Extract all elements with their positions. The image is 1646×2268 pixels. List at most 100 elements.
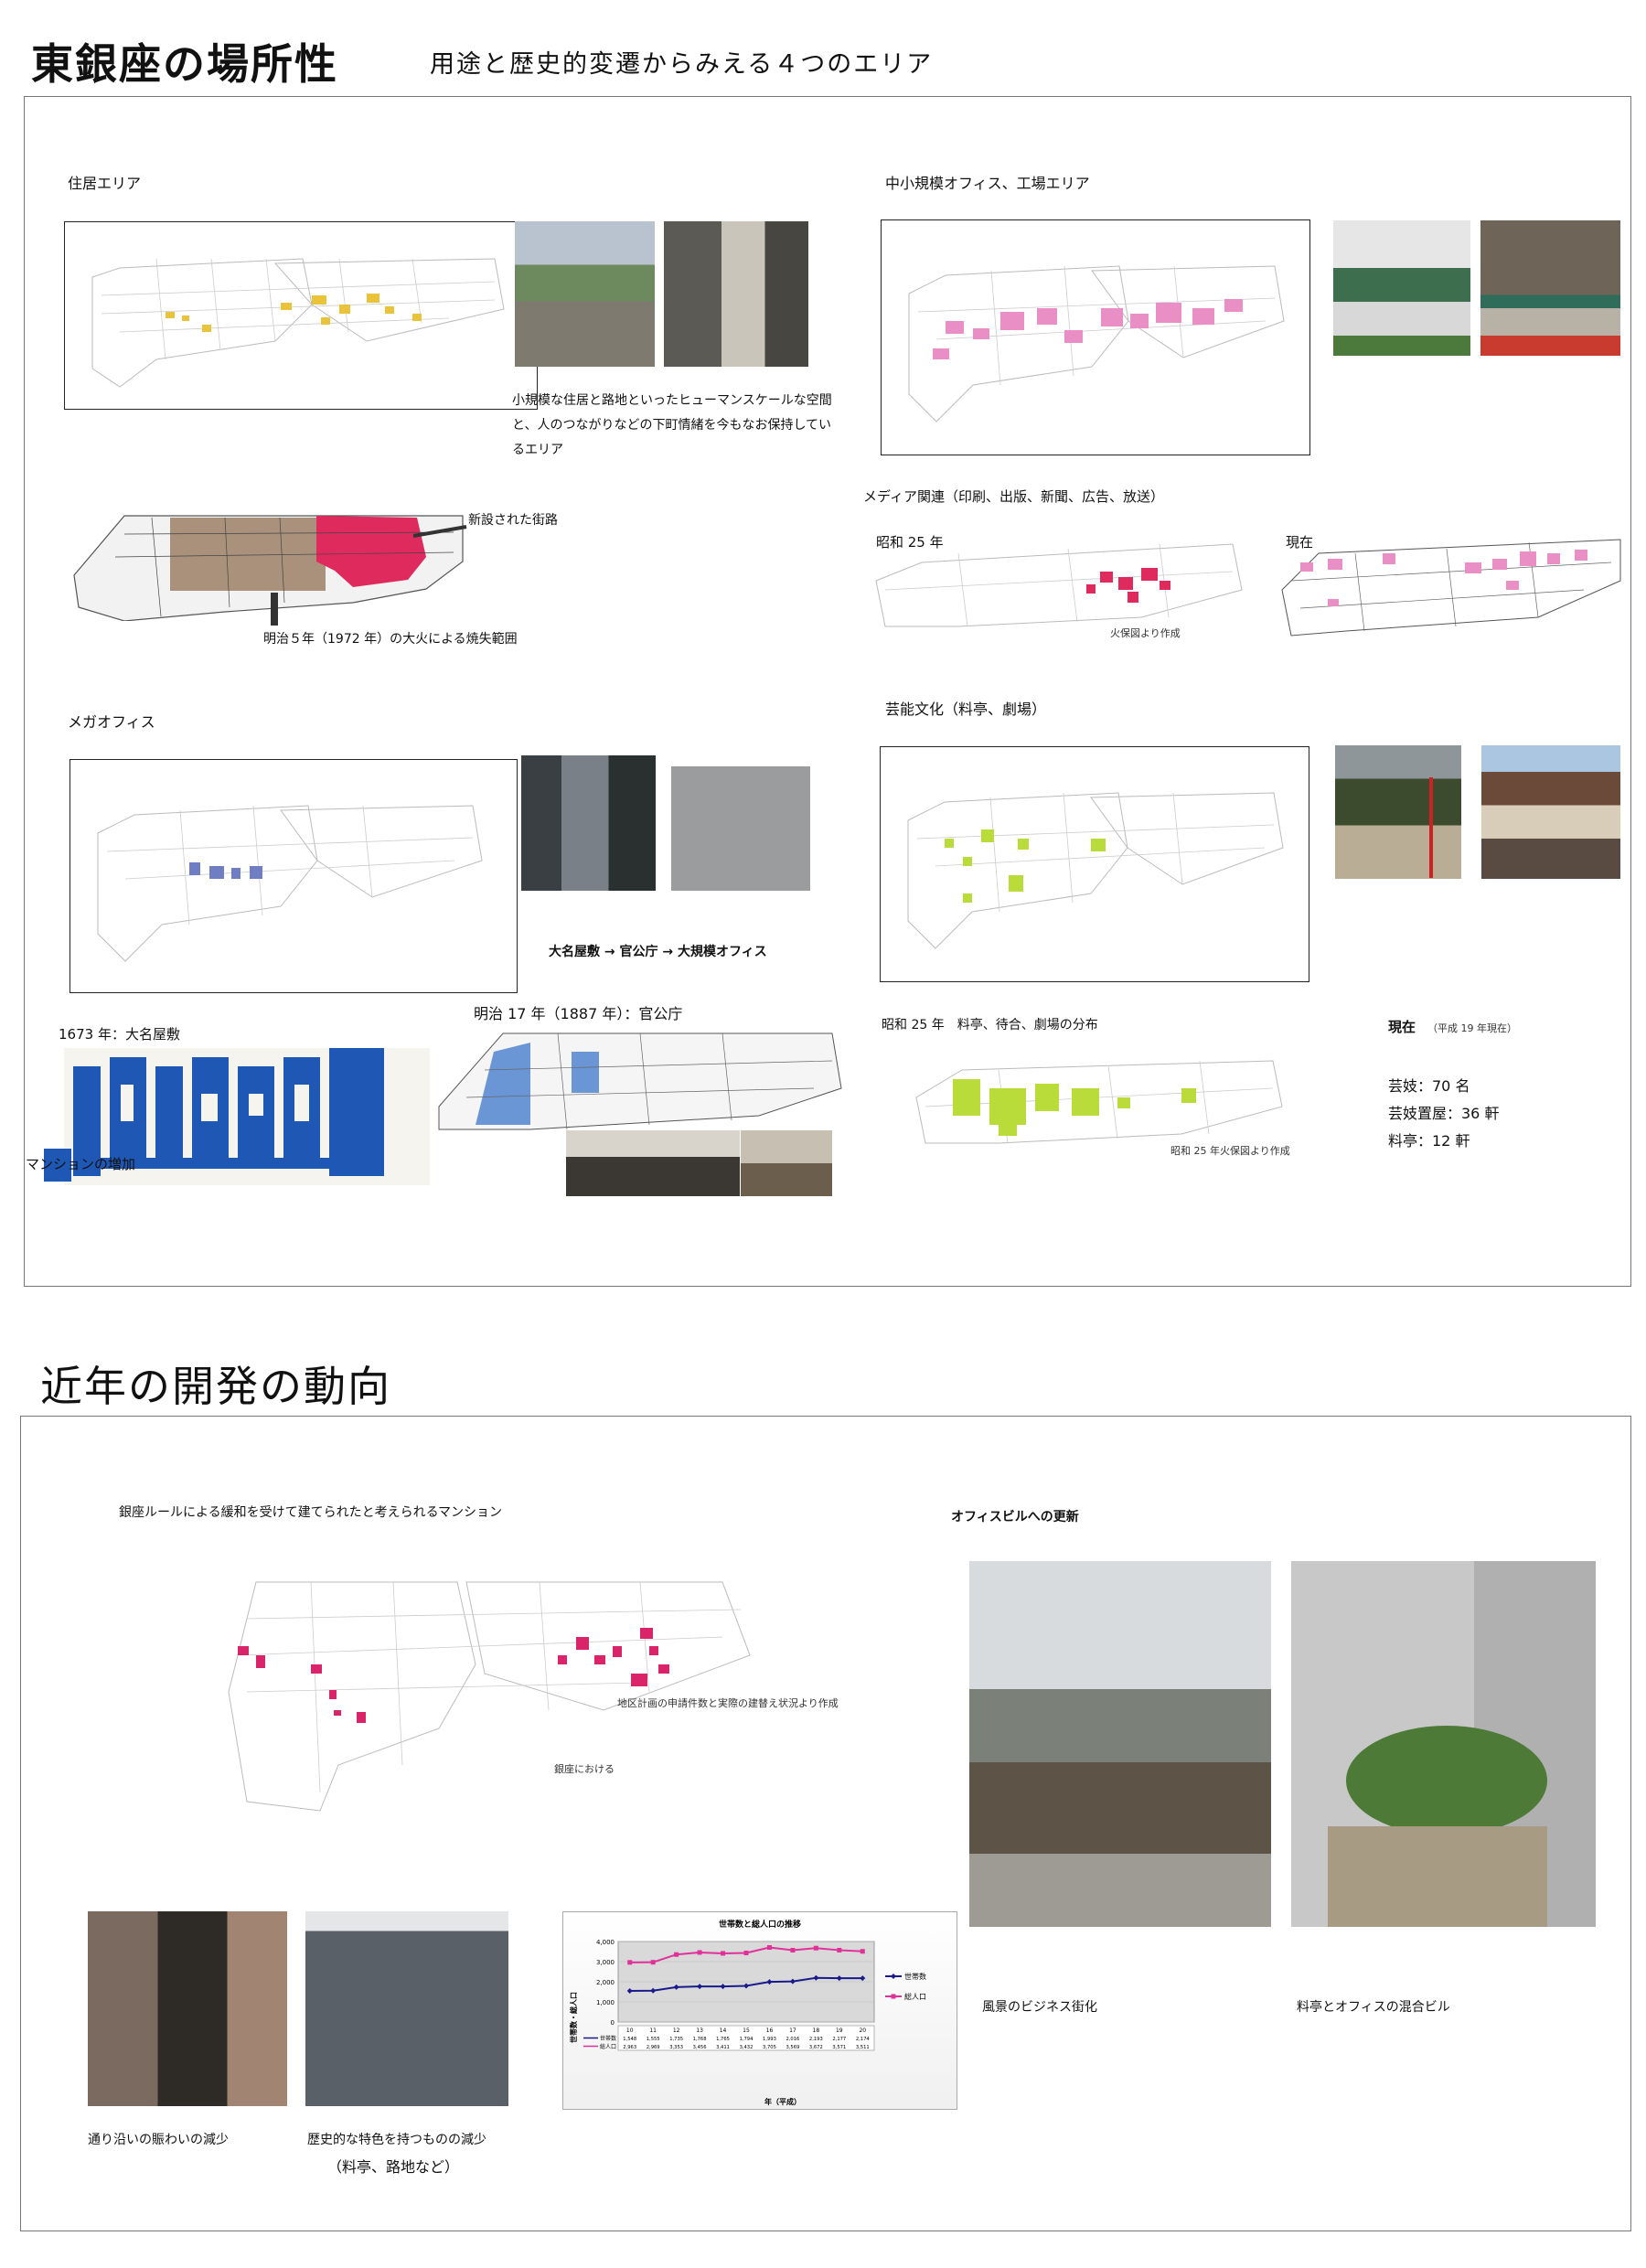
media-now-map	[1273, 526, 1630, 640]
chart-legend-marker	[891, 1974, 896, 1979]
fire-leader	[271, 593, 278, 626]
chart-table-legend-label: 世帯数	[600, 2035, 616, 2042]
chart-data-label: 3,672	[809, 2045, 823, 2050]
chart-xtick-label: 10	[626, 2027, 634, 2034]
street-caption: 通り沿いの賑わいの減少	[88, 2133, 229, 2147]
chart-data-label: 3,705	[763, 2045, 776, 2050]
residential-map-drawing	[91, 258, 505, 388]
chart-data-label: 3,511	[856, 2045, 870, 2050]
chart-ytick-label: 0	[611, 2019, 615, 2027]
chart-data-label: 3,571	[832, 2045, 846, 2050]
geisha-count: 芸妓：70 名	[1388, 1077, 1470, 1095]
old-govt-photo	[741, 1130, 832, 1196]
chart-table-legend-label: 総人口	[600, 2043, 616, 2050]
chart-xlabel: 年（平成）	[764, 2097, 801, 2106]
culture-map	[880, 746, 1309, 982]
media-source: 火保図より作成	[1110, 627, 1181, 639]
chart-data-label: 3,411	[716, 2045, 730, 2050]
chart-data-label: 1,993	[763, 2037, 776, 2042]
chart-point	[650, 1960, 656, 1965]
fire-caption: 明治５年（1972 年）の大火による焼失範囲	[263, 632, 518, 647]
culture-heading: 芸能文化（料亭、劇場）	[885, 701, 1047, 718]
residential-description: 小規模な住居と路地といったヒューマンスケールな空間と、人のつながりなどの下町情緒…	[512, 393, 832, 457]
chart-xtick-label: 19	[836, 2027, 843, 2034]
megaoffice-heading: メガオフィス	[68, 713, 155, 731]
chart-data-label: 3,432	[740, 2045, 754, 2050]
mixed-building-photo	[1291, 1561, 1596, 1927]
chart-ytick-label: 4,000	[596, 1939, 615, 1946]
chart-legend-marker	[891, 1994, 896, 1999]
chart-ytick-label: 3,000	[596, 1959, 615, 1966]
meiji-map	[430, 1015, 850, 1134]
chart-data-label: 1,794	[740, 2037, 754, 2042]
culture-now-note: （平成 19 年現在）	[1427, 1022, 1517, 1034]
chart-data-label: 1,555	[647, 2037, 660, 2042]
mansion-heading: 銀座ルールによる緩和を受けて建てられたと考えられるマンション	[119, 1505, 503, 1520]
business-district-photo	[969, 1561, 1271, 1927]
chart-ylabel: 世帯数・総人口	[569, 1992, 578, 2043]
megaoffice-map	[69, 759, 518, 993]
mansion-increase-label: マンションの増加	[26, 1156, 136, 1172]
chart-xtick-label: 20	[859, 2027, 866, 2034]
chart-point	[813, 1945, 818, 1951]
culture-source: 昭和 25 年火保図より作成	[1170, 1145, 1290, 1157]
chart-point	[766, 1944, 772, 1950]
chart-xtick-label: 11	[649, 2027, 657, 2034]
chart-legend-label: 総人口	[904, 1992, 926, 2001]
chart-data-label: 2,193	[809, 2037, 823, 2042]
business-district-caption: 風景のビジネス街化	[982, 2000, 1097, 2015]
chart-title: 世帯数と総人口の推移	[719, 1919, 801, 1930]
chart-xtick-label: 18	[813, 2027, 820, 2034]
chart-data-label: 2,177	[832, 2037, 846, 2042]
chart-data-label: 2,016	[786, 2037, 799, 2042]
chart-ytick-label: 1,000	[596, 1999, 615, 2006]
large-office-photo	[671, 755, 810, 891]
old-office-photo	[1480, 220, 1620, 356]
chart-xtick-label: 12	[673, 2027, 680, 2034]
chart-data-label: 3,569	[786, 2045, 799, 2050]
office-heading: オフィスビルへの更新	[951, 1510, 1079, 1524]
section2-title: 近年の開発の動向	[40, 1362, 391, 1411]
new-street-leader	[413, 525, 468, 538]
culture-now: 現在	[1388, 1019, 1416, 1035]
chart-point	[721, 1951, 726, 1956]
chart-point	[837, 1947, 842, 1952]
chart-data-label: 3,353	[669, 2045, 683, 2050]
office-towers-photo	[521, 755, 656, 891]
chart-legend-label: 世帯数	[904, 1972, 926, 1981]
population-chart-svg: 世帯数と総人口の推移 世帯数・総人口 年（平成） 0 1,000 2,000 3,00…	[569, 1919, 926, 2106]
historic-caption-1: 歴史的な特色を持つものの減少	[307, 2133, 486, 2147]
chart-xtick-label: 13	[696, 2027, 703, 2034]
alley-photo	[515, 221, 655, 367]
tower-photo	[305, 1911, 508, 2106]
section1-subtitle: 用途と歴史的変遷からみえる４つのエリア	[430, 50, 934, 79]
chart-data-label: 1,765	[716, 2037, 730, 2042]
chart-point	[743, 1950, 749, 1955]
chart-data-label: 1,768	[693, 2037, 707, 2042]
population-chart: 世帯数と総人口の推移 世帯数・総人口 年（平成） 0 1,000 2,000 3,00…	[562, 1911, 957, 2110]
media-showa25-map	[867, 526, 1251, 636]
residential-heading: 住居エリア	[68, 175, 142, 192]
chart-point	[674, 1952, 679, 1957]
culture-distribution-label: 昭和 25 年 料亭、待合、劇場の分布	[882, 1018, 1098, 1032]
govt-office-photo	[566, 1130, 740, 1196]
chart-data-label: 2,174	[856, 2037, 871, 2042]
chart-xtick-label: 16	[766, 2027, 774, 2034]
ryotei-count: 料亭：12 軒	[1388, 1132, 1470, 1150]
chart-data-label: 2,969	[647, 2045, 660, 2050]
chart-data-label: 3,456	[693, 2045, 707, 2050]
smalloffice-map	[881, 219, 1310, 455]
historic-caption-2: （料亭、路地など）	[327, 2158, 460, 2176]
ryotei-photo	[1335, 745, 1461, 879]
new-street-label: 新設された街路	[468, 513, 558, 528]
chart-point	[860, 1949, 865, 1954]
chart-ytick-label: 2,000	[596, 1979, 615, 1986]
media-label: メディア関連（印刷、出版、新聞、広告、放送）	[863, 488, 1164, 505]
mixed-building-caption: 料亭とオフィスの混合ビル	[1297, 2000, 1450, 2015]
kabukiza-photo	[1481, 745, 1620, 879]
street-photo	[88, 1911, 287, 2106]
fire-map	[60, 507, 472, 621]
chart-xtick-label: 15	[743, 2027, 750, 2034]
chart-data-label: 2,963	[623, 2045, 636, 2050]
culture-showa25-map	[907, 1033, 1291, 1152]
